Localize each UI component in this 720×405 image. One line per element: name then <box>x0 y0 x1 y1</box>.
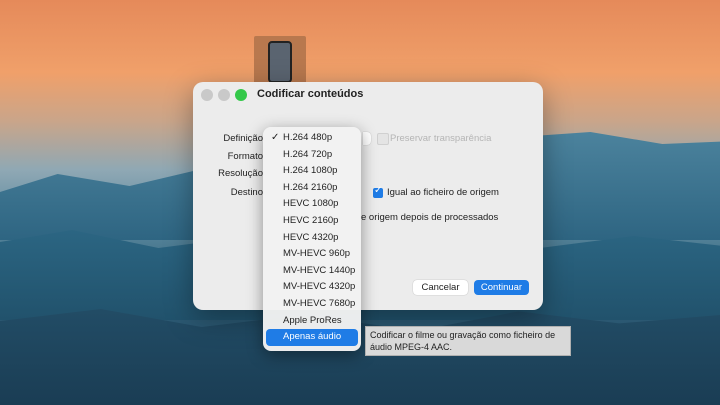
menu-item-mv-hevc-1440p[interactable]: MV-HEVC 1440p <box>266 263 358 280</box>
close-window-button[interactable] <box>201 89 213 101</box>
menu-item-mv-hevc-7680p[interactable]: MV-HEVC 7680p <box>266 296 358 313</box>
cancel-button[interactable]: Cancelar <box>413 280 468 295</box>
same-as-source-label: Igual ao ficheiro de origem <box>387 187 499 198</box>
menu-item-hevc-2160p[interactable]: HEVC 2160p <box>266 213 358 230</box>
continue-button[interactable]: Continuar <box>474 280 529 295</box>
preserve-transparency-checkbox[interactable] <box>377 133 389 145</box>
menu-item-mv-hevc-4320p[interactable]: MV-HEVC 4320p <box>266 279 358 296</box>
menu-item-apple-prores[interactable]: Apple ProRes <box>266 313 358 330</box>
minimize-window-button[interactable] <box>218 89 230 101</box>
menu-item-hevc-1080p[interactable]: HEVC 1080p <box>266 196 358 213</box>
definition-popup-edge[interactable] <box>363 132 371 145</box>
phone-image <box>268 41 292 83</box>
video-file-thumbnail-icon[interactable] <box>254 36 306 88</box>
menu-item-h264-1080p[interactable]: H.264 1080p <box>266 163 358 180</box>
menu-item-mv-hevc-960p[interactable]: MV-HEVC 960p <box>266 246 358 263</box>
preserve-transparency-label: Preservar transparência <box>390 133 492 144</box>
delete-source-label: e origem depois de processados <box>361 212 499 223</box>
menu-item-h264-480p[interactable]: H.264 480p <box>266 130 358 147</box>
zoom-window-button[interactable] <box>235 89 247 101</box>
audio-only-tooltip: Codificar o filme ou gravação como fiche… <box>365 326 571 356</box>
definition-dropdown-menu: H.264 480p H.264 720p H.264 1080p H.264 … <box>263 127 361 351</box>
same-as-source-checkbox[interactable] <box>373 185 383 198</box>
menu-item-h264-2160p[interactable]: H.264 2160p <box>266 180 358 197</box>
definition-label: Definição <box>223 133 263 144</box>
window-title: Codificar conteúdos <box>257 88 364 100</box>
format-label: Formato <box>227 151 263 162</box>
destination-label: Destino <box>230 187 263 198</box>
resolution-label: Resolução <box>218 168 263 179</box>
menu-item-h264-720p[interactable]: H.264 720p <box>266 147 358 164</box>
menu-item-audio-only[interactable]: Apenas áudio <box>266 329 358 346</box>
menu-item-hevc-4320p[interactable]: HEVC 4320p <box>266 230 358 247</box>
title-bar: Codificar conteúdos <box>193 82 543 108</box>
encode-dialog: Codificar conteúdos Definição Formato Re… <box>193 82 543 310</box>
